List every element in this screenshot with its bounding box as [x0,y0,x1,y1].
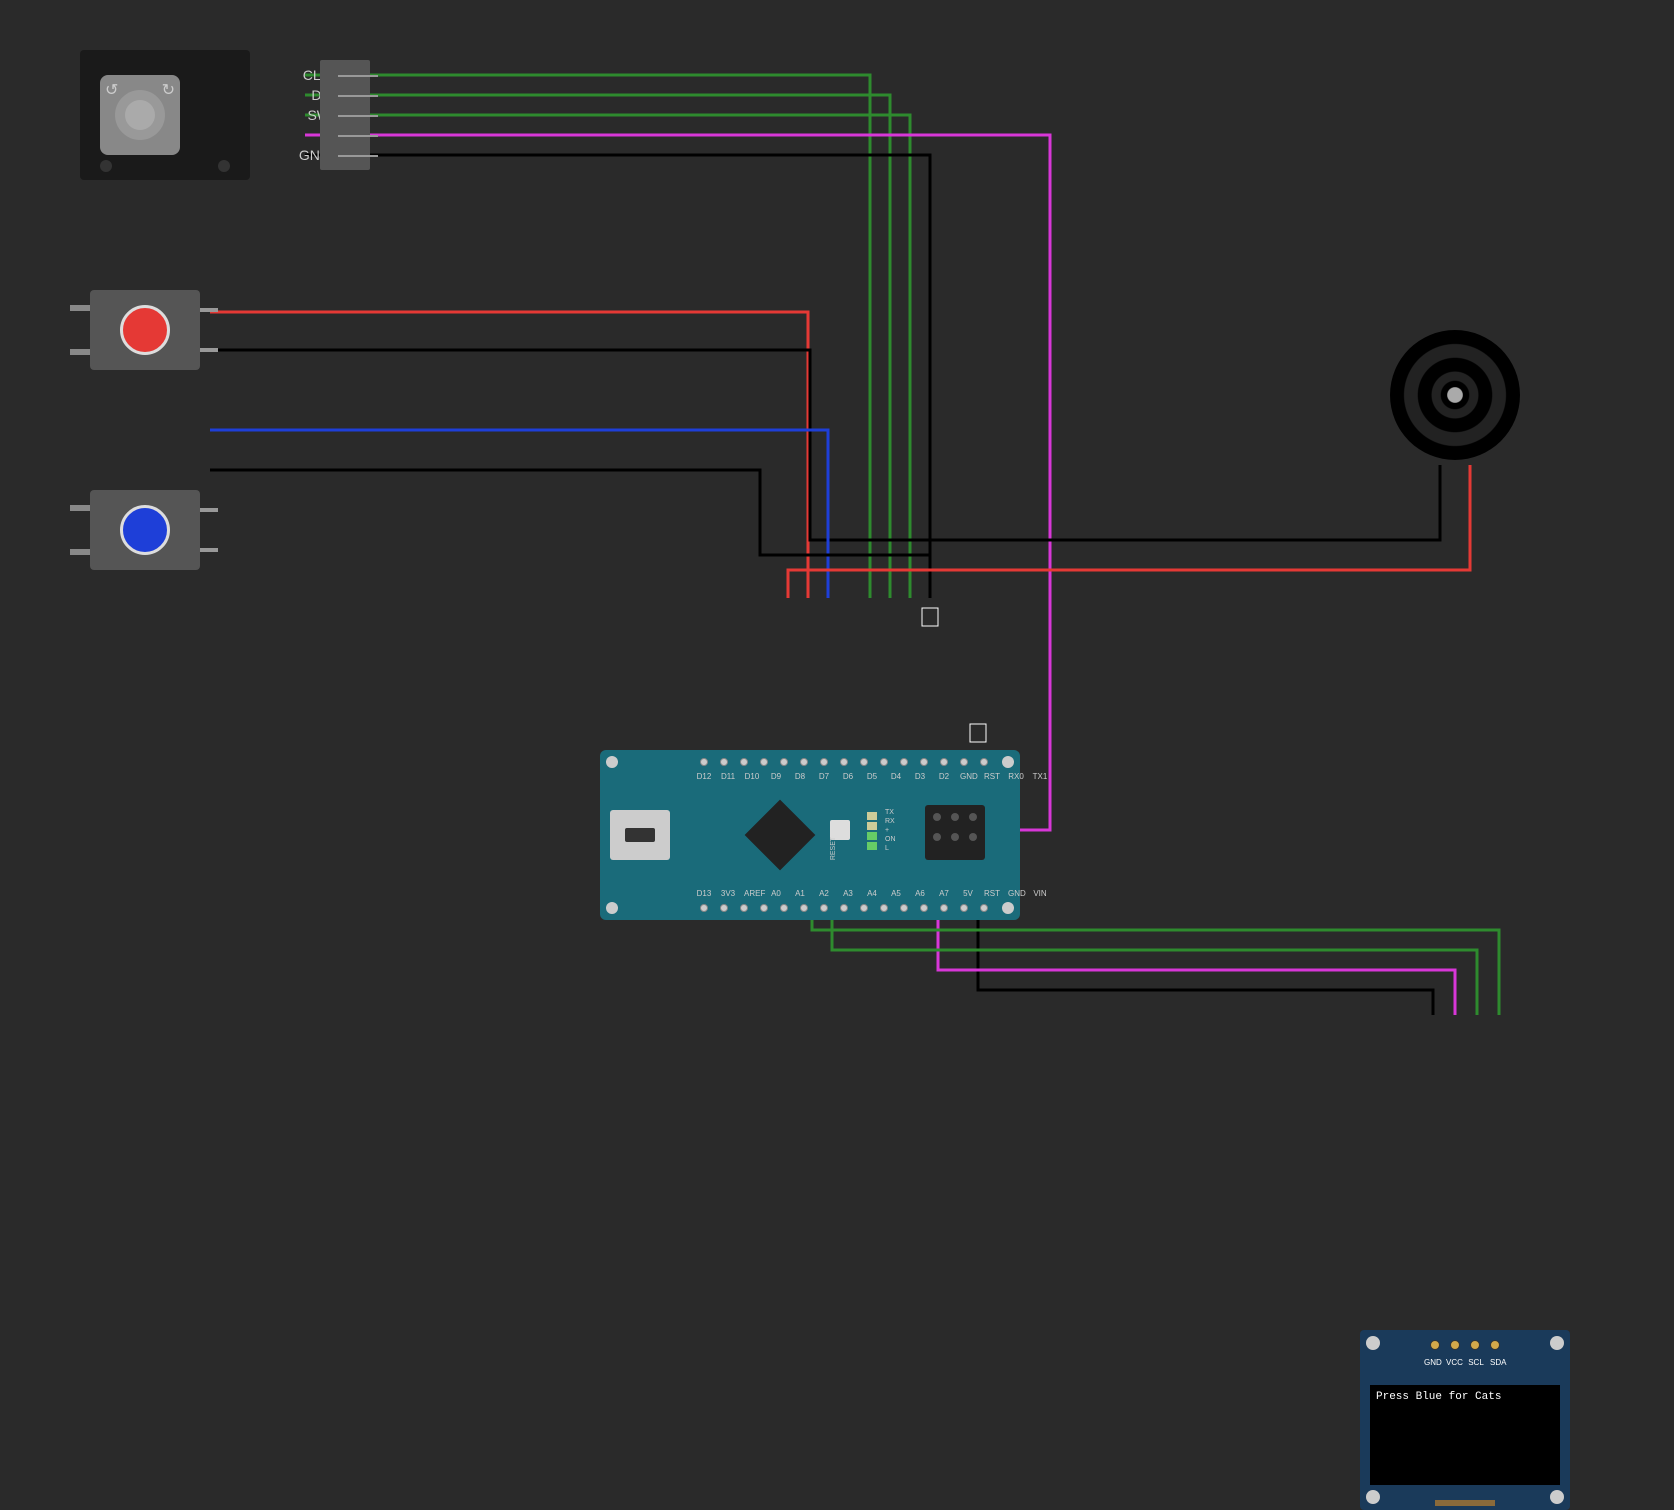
wire-buzzer-gnd [930,465,1440,598]
encoder-knob[interactable]: ↺ ↻ [100,75,180,155]
wire-encoder-gnd [305,155,930,598]
encoder-pin-header [320,60,370,170]
gnd-highlight-bottom [970,724,986,742]
gnd-highlight-top [922,608,938,626]
blue-button-cap[interactable] [120,505,170,555]
button-leg [70,349,90,355]
oled-text-line: Press Blue for Cats [1376,1391,1501,1403]
rotary-encoder[interactable]: ↺ ↻ CLK DT SW + GND [80,50,290,180]
bottom-pin-row[interactable] [700,904,988,912]
button-pin-2[interactable] [200,548,218,552]
mount-hole [1002,902,1014,914]
wiring-layer [0,0,1674,1244]
mount-hole [1002,756,1014,768]
red-button-cap[interactable] [120,305,170,355]
red-pushbutton[interactable] [90,290,200,370]
top-pin-row[interactable] [700,758,988,766]
oled-pin-header[interactable] [1430,1340,1500,1350]
oled-screen: Press Blue for Cats [1370,1385,1560,1485]
wire-blue-btn-gnd [210,470,930,598]
encoder-mount-hole [218,160,230,172]
encoder-pin[interactable] [338,75,378,77]
wire-encoder-clk [305,75,870,598]
mount-hole [606,756,618,768]
usb-port[interactable] [610,810,670,860]
encoder-pin[interactable] [338,115,378,117]
mount-hole [1366,1336,1380,1350]
buzzer-body [1390,330,1520,460]
icsp-header[interactable] [925,805,985,860]
on-led [867,832,877,840]
oled-display[interactable]: GND VCC SCL SDA Press Blue for Cats [1360,1330,1570,1510]
wire-encoder-dt [305,95,890,598]
encoder-body: ↺ ↻ [80,50,250,180]
button-pin-1[interactable] [200,308,218,312]
oled-pin-labels: GND VCC SCL SDA [1424,1358,1506,1367]
usb-slot [625,828,655,842]
oled-flex-cable [1435,1500,1495,1506]
mount-hole [1550,1336,1564,1350]
mount-hole [1366,1490,1380,1504]
encoder-mount-hole [100,160,112,172]
status-leds [865,810,879,852]
led-labels: TX RX + ON L [885,808,896,853]
button-pin-1[interactable] [200,508,218,512]
button-leg [70,505,90,511]
button-leg [70,305,90,311]
wire-red-btn-sig [210,312,808,598]
wire-red-btn-gnd [210,350,930,598]
l-led [867,842,877,850]
rx-led [867,822,877,830]
wire-encoder-vcc [305,135,1050,830]
mount-hole [1550,1490,1564,1504]
reset-label: RESET [830,837,837,860]
encoder-pin[interactable] [338,135,378,137]
bottom-pin-labels: D133V3 AREFA0 A1A2 A3A4 A5A6 A75V RSTGND… [696,889,1048,898]
button-pin-2[interactable] [200,348,218,352]
wire-encoder-sw [305,115,910,598]
button-leg [70,549,90,555]
mount-hole [606,902,618,914]
top-pin-labels: D12D11 D10D9 D8D7 D6D5 D4D3 D2GND RSTRX0… [696,772,1048,781]
encoder-pin[interactable] [338,95,378,97]
microcontroller-chip [745,800,816,871]
rotate-ccw-icon: ↺ [105,80,118,100]
encoder-pin[interactable] [338,155,378,157]
rotate-cw-icon: ↻ [162,80,175,100]
blue-pushbutton[interactable] [90,490,200,570]
tx-led [867,812,877,820]
piezo-buzzer[interactable] [1390,330,1520,460]
wire-oled-gnd [978,752,1433,1015]
arduino-nano[interactable]: TX RX + ON L RESET D12D11 D10D9 D8D7 D6D… [600,750,1020,920]
wire-blue-btn-sig [210,430,828,598]
